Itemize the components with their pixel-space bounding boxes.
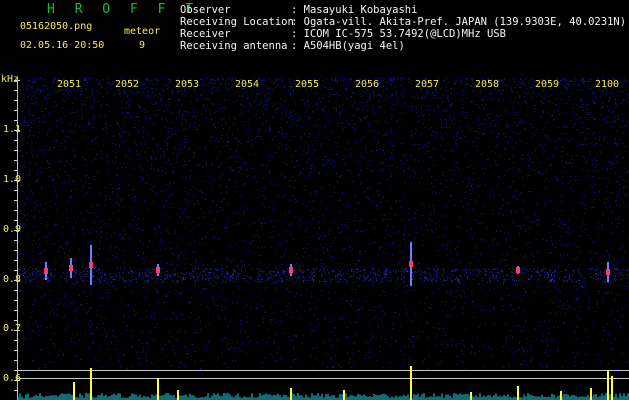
- meteor-echo-core: [44, 268, 48, 274]
- axis-tick: [14, 170, 17, 171]
- minute-label: 2051: [57, 79, 82, 90]
- axis-tick: [14, 220, 17, 221]
- info-value-receiver: : ICOM IC-575 53.7492(@LCD)MHz USB: [291, 28, 506, 40]
- minute-label: 2057: [415, 79, 440, 90]
- frequency-unit: kHz: [1, 74, 20, 85]
- minute-label: 2058: [475, 79, 500, 90]
- amplitude-peak: [607, 370, 609, 400]
- amplitude-peak: [611, 376, 613, 400]
- amplitude-baseline: [17, 393, 629, 400]
- y-tick-label: 0.6: [3, 373, 22, 384]
- carrier-band: [18, 268, 629, 283]
- amplitude-peak: [410, 366, 412, 400]
- amplitude-peak: [343, 390, 345, 400]
- axis-tick: [14, 150, 17, 151]
- minute-label: 2053: [175, 79, 200, 90]
- meteor-label: meteor: [124, 26, 161, 37]
- axis-tick: [14, 90, 17, 91]
- reference-line: [18, 378, 629, 379]
- info-label-observer: Observer: [180, 4, 231, 16]
- minute-label: 2055: [295, 79, 320, 90]
- axis-tick: [14, 210, 17, 211]
- axis-tick: [14, 350, 17, 351]
- axis-tick: [14, 320, 17, 321]
- axis-tick: [14, 310, 17, 311]
- spectrogram-display: [14, 78, 629, 400]
- minute-label: 2054: [235, 79, 260, 90]
- axis-tick: [14, 200, 17, 201]
- amplitude-peak: [157, 378, 159, 400]
- axis-tick: [14, 100, 17, 101]
- minute-label: 2100: [595, 79, 620, 90]
- meteor-echo-core: [289, 267, 293, 273]
- axis-tick: [14, 160, 17, 161]
- info-value-observer: : Masayuki Kobayashi: [291, 4, 418, 16]
- amplitude-peak: [290, 388, 292, 400]
- amplitude-peak: [73, 382, 75, 400]
- y-tick-label: 0.8: [3, 274, 22, 285]
- info-value-location: : Ogata-vill. Akita-Pref. JAPAN (139.930…: [291, 16, 627, 28]
- axis-tick: [14, 290, 17, 291]
- info-label-antenna: Receiving antenna: [180, 40, 288, 52]
- y-tick-label: 1.1: [3, 124, 22, 135]
- y-tick-label: 1.0: [3, 174, 22, 185]
- amplitude-peak: [177, 390, 179, 400]
- datetime-label: 02.05.16 20:50: [20, 40, 105, 51]
- amplitude-peak: [470, 392, 472, 400]
- app-title: H R O F F T: [47, 2, 200, 17]
- axis-tick: [14, 340, 17, 341]
- meteor-echo-core: [606, 269, 610, 275]
- axis-tick: [14, 110, 17, 111]
- axis-tick: [14, 360, 17, 361]
- amplitude-peak: [517, 386, 519, 400]
- axis-tick: [14, 120, 17, 121]
- info-value-antenna: : A504HB(yagi 4el): [291, 40, 405, 52]
- amplitude-peak: [90, 368, 92, 400]
- axis-tick: [14, 270, 17, 271]
- meteor-echo-core: [409, 261, 413, 267]
- minute-label: 2056: [355, 79, 380, 90]
- info-label-receiver: Receiver: [180, 28, 231, 40]
- amplitude-peak: [590, 388, 592, 400]
- meteor-echo-core: [69, 265, 73, 271]
- axis-tick: [14, 140, 17, 141]
- minute-label: 2059: [535, 79, 560, 90]
- axis-tick: [14, 250, 17, 251]
- axis-tick: [14, 260, 17, 261]
- meteor-echo-core: [89, 262, 93, 268]
- info-label-location: Receiving Location: [180, 16, 294, 28]
- amplitude-peak: [560, 391, 562, 400]
- axis-tick: [14, 300, 17, 301]
- y-tick-label: 0.9: [3, 224, 22, 235]
- axis-tick: [14, 370, 17, 371]
- reference-line: [18, 370, 629, 371]
- axis-tick: [14, 240, 17, 241]
- noise-dots: [18, 78, 629, 369]
- meteor-echo-core: [516, 267, 520, 273]
- meteor-count: 9: [139, 40, 146, 51]
- axis-tick: [14, 390, 17, 391]
- axis-tick: [14, 190, 17, 191]
- minute-label: 2052: [115, 79, 140, 90]
- meteor-echo-core: [156, 267, 160, 273]
- y-tick-label: 0.7: [3, 323, 22, 334]
- noise-field: [18, 78, 629, 369]
- image-filename: 05162050.png: [20, 21, 93, 32]
